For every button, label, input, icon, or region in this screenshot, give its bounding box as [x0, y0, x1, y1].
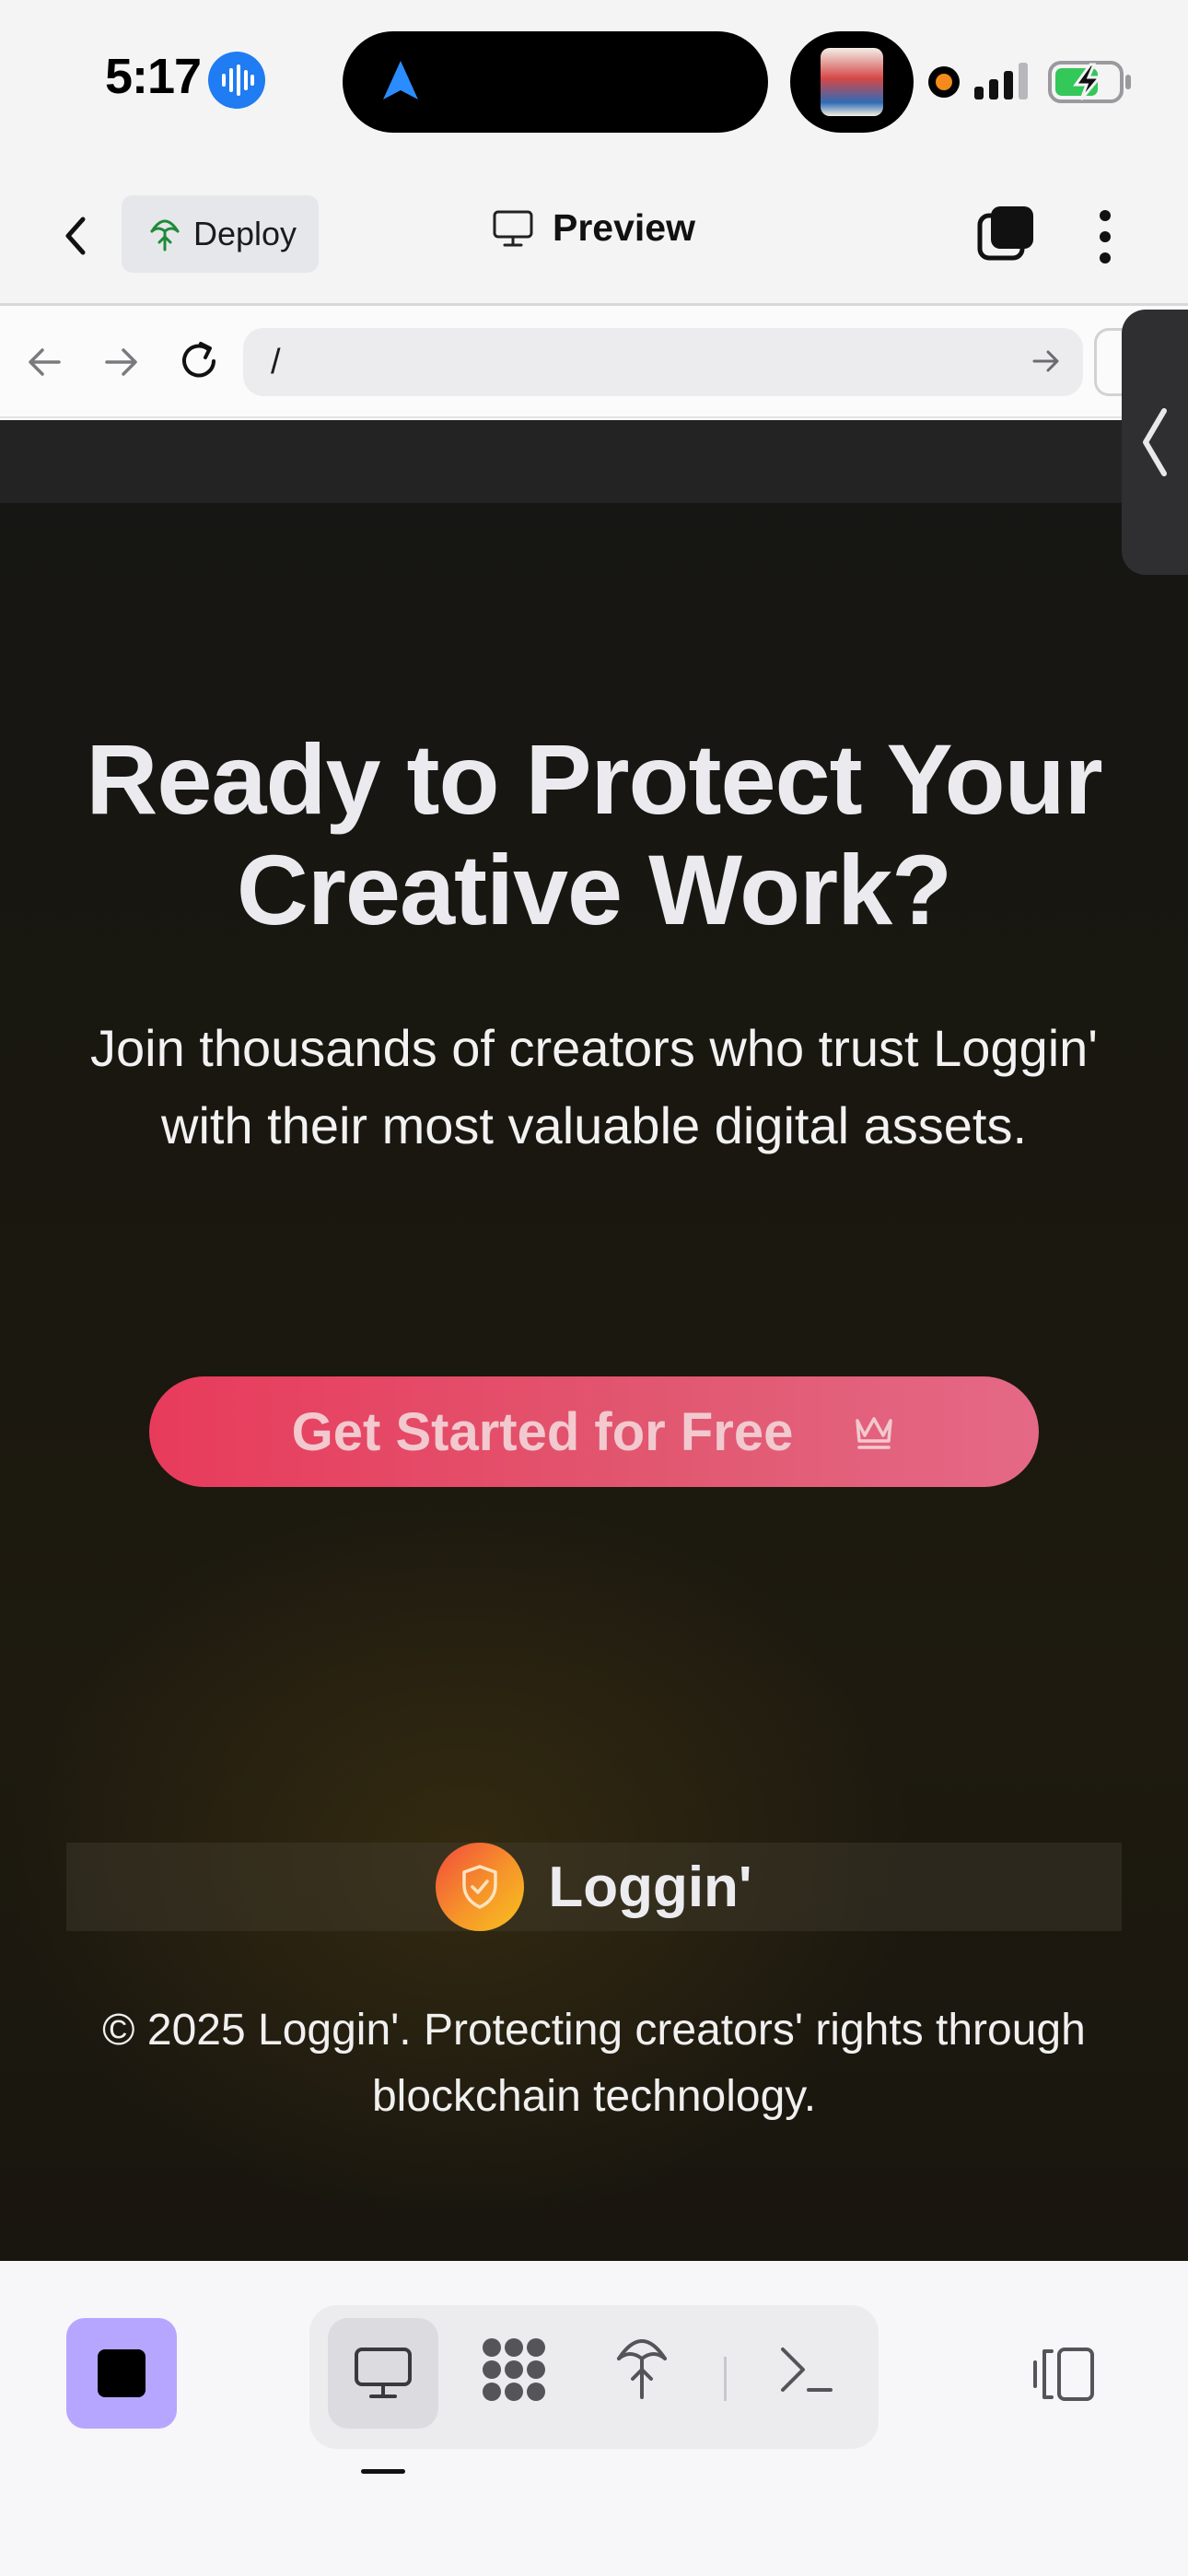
app-header: Deploy Preview: [0, 166, 1188, 306]
record-dot-icon: [928, 66, 960, 98]
tabs-button[interactable]: [976, 203, 1037, 263]
crown-icon: [856, 1417, 893, 1449]
signal-icon: [974, 63, 1028, 100]
page-top-bar: [0, 420, 1188, 503]
cta-subheading: Join thousands of creators who trust Log…: [90, 1019, 1098, 1154]
more-button[interactable]: [1087, 206, 1124, 267]
chevron-left-icon: [1143, 408, 1167, 476]
preview-title: Preview: [492, 206, 695, 250]
monitor-icon: [493, 210, 533, 246]
now-playing-pill[interactable]: [790, 31, 914, 133]
more-vertical-icon: [1100, 210, 1111, 263]
deploy-icon: [150, 219, 180, 252]
deploy-icon[interactable]: [615, 2331, 669, 2405]
split-view-icon[interactable]: [1030, 2344, 1098, 2405]
deploy-button[interactable]: Deploy: [122, 195, 319, 273]
voice-icon: [208, 52, 265, 109]
stop-icon: [98, 2349, 146, 2397]
toolbar-divider: [724, 2357, 727, 2401]
get-started-label: Get Started for Free: [291, 1401, 794, 1462]
preview-title-label: Preview: [553, 206, 695, 249]
arrow-left-icon[interactable]: [24, 341, 66, 383]
reload-icon[interactable]: [175, 337, 223, 385]
apps-icon[interactable]: [479, 2335, 549, 2405]
chevron-left-icon: [65, 217, 86, 255]
monitor-icon: [355, 2348, 412, 2398]
tool-switcher: [309, 2305, 879, 2449]
back-button[interactable]: [52, 210, 103, 262]
brand-logo: [436, 1843, 525, 1931]
browser-url-bar: /: [0, 306, 1188, 418]
navigation-arrow-icon: [383, 61, 418, 100]
footer-brand: Loggin': [66, 1843, 1122, 1931]
terminal-icon[interactable]: [777, 2342, 834, 2399]
brand-name: Loggin': [548, 1855, 752, 1919]
copyright-text: © 2025 Loggin'. Protecting creators' rig…: [102, 2006, 1086, 2121]
tabs-icon: [977, 206, 1033, 261]
dynamic-island: [343, 31, 768, 133]
url-input[interactable]: /: [243, 328, 1083, 396]
go-arrow-icon[interactable]: [1030, 345, 1063, 378]
status-time: 5:17: [105, 49, 202, 104]
stop-button[interactable]: [66, 2318, 177, 2429]
status-bar: 5:17: [0, 0, 1188, 166]
bottom-toolbar: [0, 2261, 1188, 2576]
cta-heading: Ready to Protect Your Creative Work?: [86, 723, 1102, 945]
preview-page: Ready to Protect Your Creative Work? Joi…: [0, 420, 1188, 2261]
album-art: [821, 48, 883, 116]
active-tab-indicator: [361, 2469, 405, 2474]
tab-preview[interactable]: [328, 2318, 438, 2429]
shield-icon: [462, 1865, 498, 1909]
deploy-label: Deploy: [193, 215, 297, 252]
battery-charging-icon: [1048, 61, 1131, 103]
arrow-right-icon[interactable]: [99, 341, 142, 383]
get-started-button[interactable]: Get Started for Free: [149, 1376, 1039, 1487]
side-drawer-handle[interactable]: [1122, 310, 1188, 575]
